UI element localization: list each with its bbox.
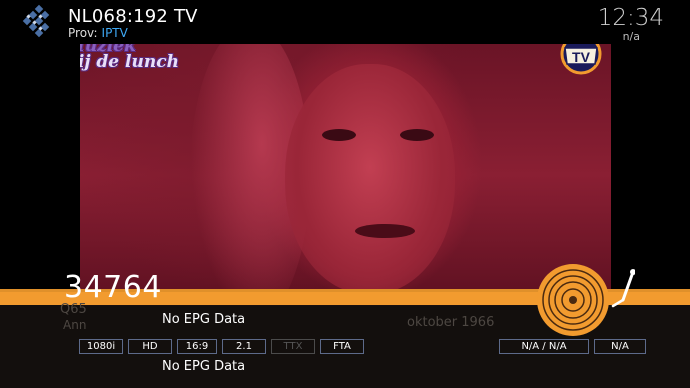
- provider-line: Prov: IPTV: [68, 26, 128, 40]
- badge-audio: 2.1: [222, 339, 266, 354]
- overlay-line2: bij de lunch: [80, 52, 179, 72]
- video-eye-right: [400, 129, 434, 141]
- badge-resolution: 1080i: [79, 339, 123, 354]
- video-mouth: [355, 224, 415, 238]
- stream-info-badges: 1080i HD 16:9 2.1 TTX FTA: [79, 339, 364, 354]
- clock-time: 12:34: [597, 5, 664, 31]
- channel-number: 34764: [64, 270, 162, 305]
- ghost-program-text: Q65: [60, 302, 87, 317]
- record-player-icon: [537, 264, 635, 336]
- ghost-date-text: oktober 1966: [407, 315, 495, 330]
- video-eye-left: [322, 129, 356, 141]
- epg-next: No EPG Data: [162, 359, 246, 374]
- app-logo-icon: [22, 4, 50, 38]
- provider-label: Prov:: [68, 26, 98, 40]
- tv-logo-text: TV: [572, 49, 591, 65]
- badge-hd: HD: [128, 339, 172, 354]
- video-face: [285, 64, 455, 294]
- tv-logo-top: 192: [576, 44, 587, 46]
- epg-now: No EPG Data: [162, 312, 246, 327]
- channel-title: NL068:192 TV: [68, 6, 198, 27]
- tv-channel-logo-icon: TV 192: [560, 44, 602, 75]
- provider-value: IPTV: [101, 26, 128, 40]
- ghost-sub-text: Ann: [63, 318, 87, 332]
- badge-teletext: TTX: [271, 339, 315, 354]
- badge-aspect: 16:9: [177, 339, 217, 354]
- top-info-bar: NL068:192 TV Prov: IPTV 12:34 n/a: [0, 0, 690, 44]
- clock-sub: n/a: [622, 30, 640, 43]
- badge-fta: FTA: [320, 339, 364, 354]
- program-overlay-text: Muziek bij de lunch: [80, 44, 179, 72]
